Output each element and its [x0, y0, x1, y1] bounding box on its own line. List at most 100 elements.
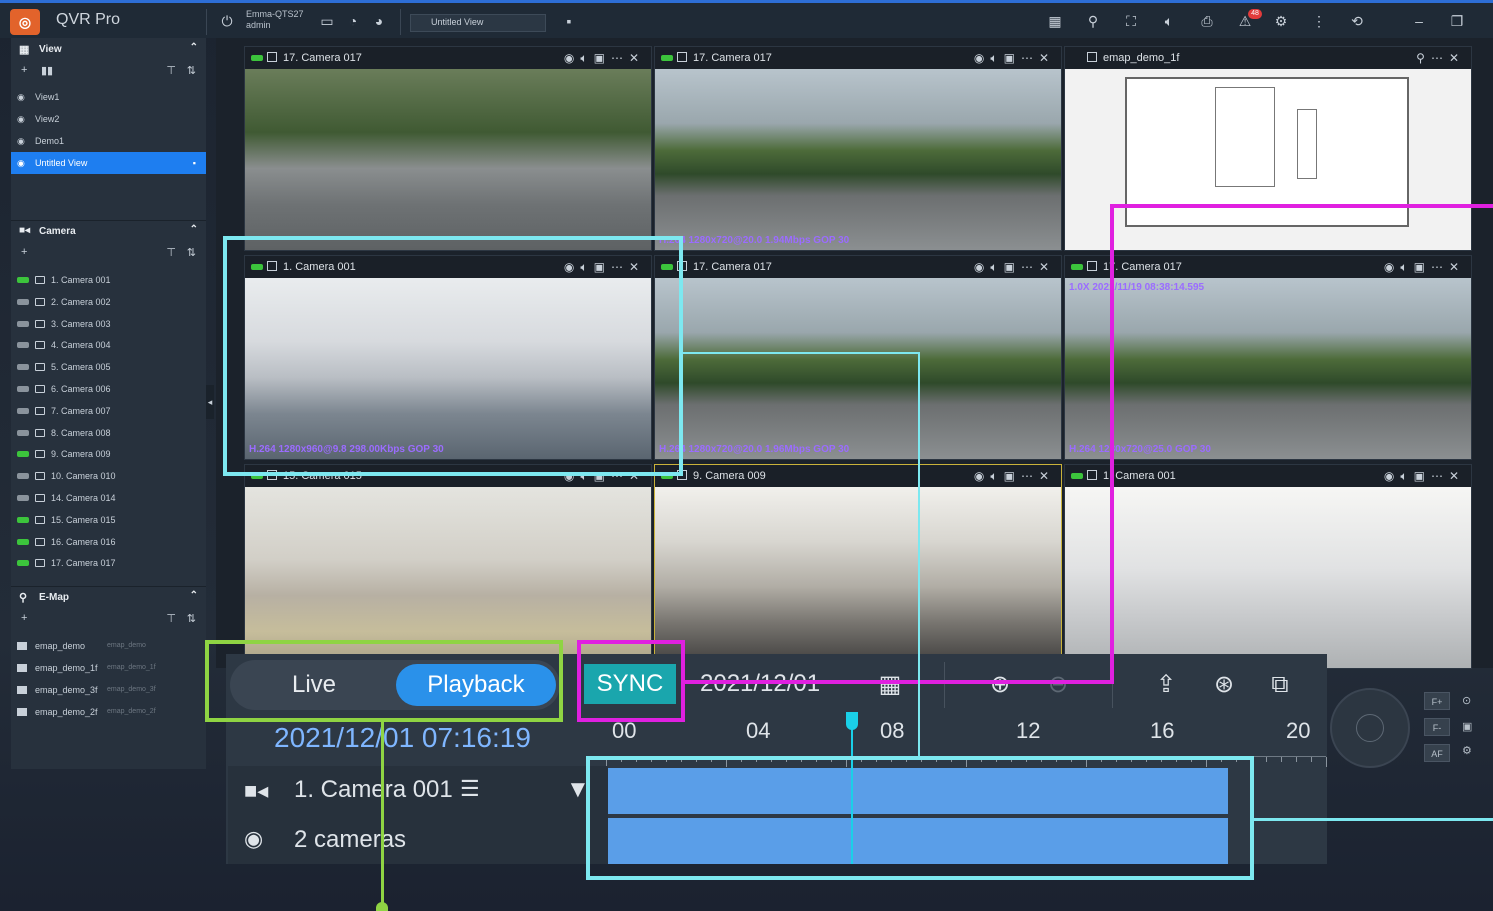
ram-icon[interactable]: ◕ — [370, 12, 388, 30]
preset-icon[interactable]: ⊙ — [1462, 694, 1471, 707]
printer-icon[interactable]: ⎙ — [1198, 12, 1216, 30]
view-section-header[interactable]: ▦ View ⌃ — [11, 40, 206, 60]
view-item[interactable]: ◉ Untitled View ▪ — [11, 152, 206, 174]
save-view-icon[interactable]: ▪ — [560, 12, 578, 30]
more-icon[interactable]: ⋯ — [1021, 469, 1039, 483]
camera-tile[interactable]: 17. Camera 017 ◉🔈︎▣⋯✕ — [244, 46, 652, 251]
record-icon[interactable]: ◉ — [974, 469, 990, 483]
camera-item[interactable]: 14. Camera 014 — [11, 487, 206, 509]
close-icon[interactable]: ✕ — [1039, 469, 1055, 483]
mute-icon[interactable]: 🔈︎ — [1160, 12, 1178, 30]
ptz-button[interactable]: F- — [1424, 718, 1450, 736]
collapse-icon[interactable]: ⌃ — [190, 224, 198, 235]
zoom-out-icon[interactable]: ⊖ — [1040, 668, 1076, 702]
maximize-icon[interactable]: ❐ — [1448, 12, 1466, 30]
camera-tile[interactable]: 15. Camera 015 ◉🔈︎▣⋯✕ — [244, 464, 652, 669]
playback-date[interactable]: 2021/12/01 — [700, 664, 820, 704]
snapshot-icon[interactable]: ▣ — [594, 51, 611, 65]
ptz-button[interactable]: F+ — [1424, 692, 1450, 710]
collapse-icon[interactable]: ⌃ — [190, 42, 198, 53]
ptz-joystick[interactable] — [1330, 688, 1410, 768]
camera-item[interactable]: 4. Camera 004 — [11, 334, 206, 356]
more-icon[interactable]: ⋮ — [1310, 12, 1328, 30]
emap-item[interactable]: emap_demo_2f emap_demo_2f — [11, 701, 206, 723]
snapshot-icon[interactable]: ▣ — [1004, 51, 1021, 65]
video-frame[interactable]: H.264 1280x720@20.0 1.94Mbps GOP 30 — [655, 69, 1061, 250]
fullscreen-icon[interactable]: ⛶ — [1122, 12, 1140, 30]
patrol-icon[interactable]: ▣ — [1462, 720, 1472, 733]
add-icon[interactable]: + — [21, 246, 27, 258]
camera-item[interactable]: 6. Camera 006 — [11, 378, 206, 400]
close-icon[interactable]: ✕ — [629, 51, 645, 65]
camera-item[interactable]: 5. Camera 005 — [11, 356, 206, 378]
gear-icon[interactable]: ⚙ — [1272, 12, 1290, 30]
search-icon[interactable]: ⚲ — [1416, 51, 1431, 65]
camera-item[interactable]: 15. Camera 015 — [11, 509, 206, 531]
video-frame[interactable]: H.264 1280x720@20.0 1.96Mbps GOP 30 — [655, 278, 1061, 459]
search-icon[interactable]: ⚲ — [1084, 12, 1102, 30]
add-icon[interactable]: + — [21, 64, 27, 76]
camera-section-header[interactable]: ■◂ Camera ⌃ — [11, 222, 206, 242]
close-icon[interactable]: ✕ — [1039, 51, 1055, 65]
close-icon[interactable]: ✕ — [1039, 260, 1055, 274]
sidebar-toggle[interactable]: ◂ — [206, 385, 214, 419]
more-icon[interactable]: ⋯ — [611, 51, 629, 65]
camera-item[interactable]: 7. Camera 007 — [11, 400, 206, 422]
cpu-icon[interactable]: ◔ — [344, 12, 362, 30]
timeline-row-summary[interactable]: ◉ 2 cameras — [228, 816, 608, 864]
camera-tile[interactable]: 9. Camera 009 ◉🔈︎▣⋯✕ — [654, 464, 1062, 669]
record-icon[interactable]: ◉ — [974, 260, 990, 274]
more-icon[interactable]: ⋯ — [1431, 51, 1449, 65]
view-item[interactable]: ◉ View2 — [11, 108, 206, 130]
filter-icon[interactable]: ⊤ — [166, 246, 176, 259]
record-icon[interactable]: ◉ — [564, 51, 580, 65]
camera-item[interactable]: 8. Camera 008 — [11, 422, 206, 444]
filter-icon[interactable]: ⊤ — [166, 64, 176, 77]
filter-icon[interactable]: ⊤ — [166, 612, 176, 625]
camera-item[interactable]: 2. Camera 002 — [11, 291, 206, 313]
camera-item[interactable]: 9. Camera 009 — [11, 443, 206, 465]
minimize-icon[interactable]: – — [1410, 12, 1428, 30]
timeline-row-camera[interactable]: ■◂ 1. Camera 001 ☰ ▼ — [228, 766, 608, 816]
emap-item[interactable]: emap_demo_1f emap_demo_1f — [11, 657, 206, 679]
video-frame[interactable] — [655, 487, 1061, 668]
emap-section-header[interactable]: ⚲ E-Map ⌃ — [11, 588, 206, 608]
zoom-in-icon[interactable]: ⊕ — [982, 668, 1018, 702]
snapshot-icon[interactable]: ▣ — [1004, 469, 1021, 483]
layout-icon[interactable]: ▮▮ — [41, 64, 53, 77]
view-select[interactable]: Untitled View — [410, 14, 546, 32]
camera-menu-icon[interactable]: ☰ — [460, 776, 480, 802]
save-icon[interactable]: ▪ — [193, 152, 196, 174]
camera-item[interactable]: 1. Camera 001 — [11, 269, 206, 291]
mute-icon[interactable]: 🔈︎ — [990, 469, 1003, 483]
mute-icon[interactable]: 🔈︎ — [990, 51, 1003, 65]
ptz-settings-icon[interactable]: ⚙ — [1462, 744, 1472, 757]
camera-tile[interactable]: 17. Camera 017 ◉🔈︎▣⋯✕ H.264 1280x720@20.0 … — [654, 46, 1062, 251]
server-user-info[interactable]: Emma-QTS27 admin — [246, 9, 304, 31]
calendar-icon[interactable]: ▦ — [872, 668, 908, 702]
record-icon[interactable]: ◉ — [974, 51, 990, 65]
camera-item[interactable]: 16. Camera 016 — [11, 531, 206, 553]
camera-item[interactable]: 10. Camera 010 — [11, 465, 206, 487]
emap-item[interactable]: emap_demo emap_demo — [11, 635, 206, 657]
more-icon[interactable]: ⋯ — [1021, 260, 1039, 274]
emap-item[interactable]: emap_demo_3f emap_demo_3f — [11, 679, 206, 701]
sort-icon[interactable]: ⇅ — [187, 612, 196, 625]
server-icon[interactable]: ⏻ — [218, 12, 236, 30]
snapshot-icon[interactable]: ▣ — [1004, 260, 1021, 274]
view-item[interactable]: ◉ View1 — [11, 86, 206, 108]
sort-icon[interactable]: ⇅ — [187, 246, 196, 259]
camera-item[interactable]: 17. Camera 017 — [11, 552, 206, 574]
view-item[interactable]: ◉ Demo1 — [11, 130, 206, 152]
more-icon[interactable]: ⋯ — [1021, 51, 1039, 65]
ptz-button[interactable]: AF — [1424, 744, 1450, 762]
layout-icon[interactable]: ▦ — [1046, 12, 1064, 30]
mute-icon[interactable]: 🔈︎ — [580, 51, 593, 65]
close-icon[interactable]: ✕ — [1449, 51, 1465, 65]
monitor-icon[interactable]: ▭ — [318, 12, 336, 30]
mute-icon[interactable]: 🔈︎ — [990, 260, 1003, 274]
logout-icon[interactable]: ⟲ — [1348, 12, 1366, 30]
ptz-center[interactable] — [1356, 714, 1384, 742]
sort-icon[interactable]: ⇅ — [187, 64, 196, 77]
collapse-icon[interactable]: ⌃ — [190, 590, 198, 601]
